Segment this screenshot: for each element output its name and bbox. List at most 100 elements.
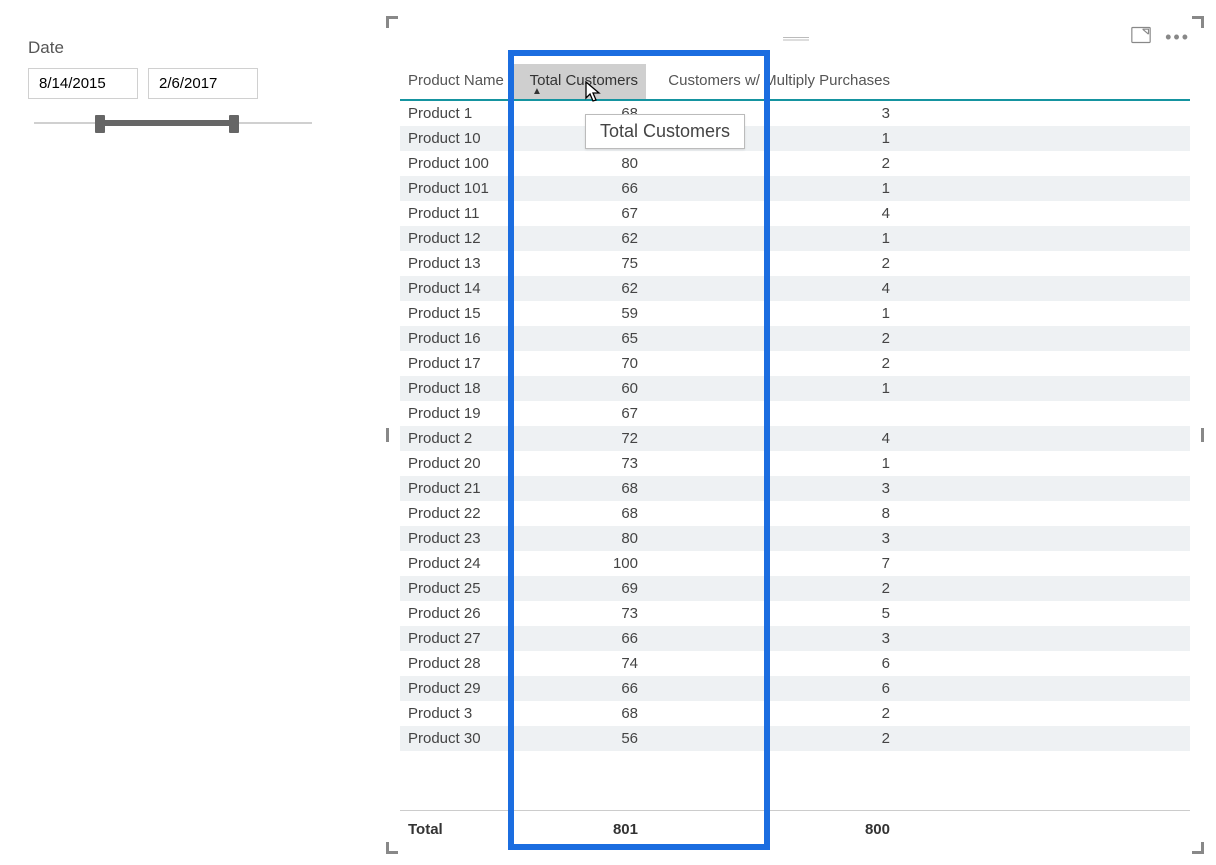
table-row[interactable]: Product 20731 bbox=[400, 451, 1190, 476]
table-body[interactable]: Product 1683Product 101Product 100802Pro… bbox=[400, 101, 1190, 810]
resize-handle-mr[interactable] bbox=[1201, 428, 1204, 442]
table-row[interactable]: Product 101 bbox=[400, 126, 1190, 151]
table-row[interactable]: Product 100802 bbox=[400, 151, 1190, 176]
cell-product-name: Product 1 bbox=[400, 101, 512, 126]
cell-product-name: Product 26 bbox=[400, 601, 512, 626]
table-row[interactable]: Product 22688 bbox=[400, 501, 1190, 526]
header-product-name[interactable]: Product Name bbox=[400, 64, 512, 99]
cell-product-name: Product 11 bbox=[400, 201, 512, 226]
cell-multi-customers: 7 bbox=[646, 551, 898, 576]
cell-product-name: Product 3 bbox=[400, 701, 512, 726]
table-row[interactable]: Product 14624 bbox=[400, 276, 1190, 301]
cell-product-name: Product 23 bbox=[400, 526, 512, 551]
cell-product-name: Product 29 bbox=[400, 676, 512, 701]
cell-product-name: Product 13 bbox=[400, 251, 512, 276]
cell-total-customers: 68 bbox=[512, 701, 646, 726]
resize-handle-bl[interactable] bbox=[386, 842, 398, 854]
total-label: Total bbox=[400, 817, 512, 842]
cell-multi-customers: 1 bbox=[646, 301, 898, 326]
table-total-row: Total 801 800 bbox=[400, 810, 1190, 842]
cell-multi-customers: 2 bbox=[646, 701, 898, 726]
table-row[interactable]: Product 23803 bbox=[400, 526, 1190, 551]
slicer-inputs bbox=[28, 68, 318, 99]
tooltip-text: Total Customers bbox=[600, 121, 730, 141]
table-row[interactable]: Product 15591 bbox=[400, 301, 1190, 326]
table-row[interactable]: Product 17702 bbox=[400, 351, 1190, 376]
focus-mode-icon[interactable] bbox=[1131, 26, 1151, 47]
cell-multi-customers: 6 bbox=[646, 676, 898, 701]
cell-total-customers: 66 bbox=[512, 676, 646, 701]
cell-multi-customers bbox=[646, 401, 898, 426]
cell-multi-customers: 2 bbox=[646, 251, 898, 276]
cell-total-customers: 67 bbox=[512, 401, 646, 426]
column-tooltip: Total Customers bbox=[585, 114, 745, 149]
resize-handle-ml[interactable] bbox=[386, 428, 389, 442]
date-end-input[interactable] bbox=[148, 68, 258, 99]
date-slicer: Date bbox=[28, 38, 318, 133]
cell-multi-customers: 3 bbox=[646, 626, 898, 651]
cell-total-customers: 62 bbox=[512, 226, 646, 251]
cell-total-customers: 60 bbox=[512, 376, 646, 401]
cell-multi-customers: 1 bbox=[646, 451, 898, 476]
resize-handle-br[interactable] bbox=[1192, 842, 1204, 854]
cell-total-customers: 65 bbox=[512, 326, 646, 351]
resize-handle-tr[interactable] bbox=[1192, 16, 1204, 28]
slider-thumb-end[interactable] bbox=[229, 115, 239, 133]
resize-handle-tl[interactable] bbox=[386, 16, 398, 28]
table-row[interactable]: Product 12621 bbox=[400, 226, 1190, 251]
cell-multi-customers: 3 bbox=[646, 526, 898, 551]
slider-thumb-start[interactable] bbox=[95, 115, 105, 133]
visual-actions: ••• bbox=[1131, 26, 1190, 47]
cell-multi-customers: 4 bbox=[646, 201, 898, 226]
table-row[interactable]: Product 13752 bbox=[400, 251, 1190, 276]
more-options-icon[interactable]: ••• bbox=[1165, 32, 1190, 42]
drag-grip-icon[interactable]: ═══ bbox=[783, 30, 807, 46]
cell-product-name: Product 27 bbox=[400, 626, 512, 651]
table-row[interactable]: Product 241007 bbox=[400, 551, 1190, 576]
cell-multi-customers: 1 bbox=[646, 176, 898, 201]
cell-total-customers: 73 bbox=[512, 451, 646, 476]
table-row[interactable]: Product 3682 bbox=[400, 701, 1190, 726]
cell-product-name: Product 12 bbox=[400, 226, 512, 251]
table-row[interactable]: Product 28746 bbox=[400, 651, 1190, 676]
cell-multi-customers: 4 bbox=[646, 426, 898, 451]
cell-product-name: Product 17 bbox=[400, 351, 512, 376]
header-customers-multi[interactable]: Customers w/ Multiply Purchases bbox=[646, 64, 898, 99]
table-header-row: Product Name Total Customers ▲ Customers… bbox=[400, 64, 1190, 101]
table-visual-container: ═══ ••• Product Name Total Customers ▲ C… bbox=[390, 20, 1200, 850]
table-row[interactable]: Product 29666 bbox=[400, 676, 1190, 701]
cell-total-customers: 73 bbox=[512, 601, 646, 626]
cell-product-name: Product 10 bbox=[400, 126, 512, 151]
cell-total-customers: 68 bbox=[512, 476, 646, 501]
table-row[interactable]: Product 11674 bbox=[400, 201, 1190, 226]
cell-total-customers: 74 bbox=[512, 651, 646, 676]
table-row[interactable]: Product 1967 bbox=[400, 401, 1190, 426]
date-slider[interactable] bbox=[34, 113, 312, 133]
date-start-input[interactable] bbox=[28, 68, 138, 99]
table-row[interactable]: Product 21683 bbox=[400, 476, 1190, 501]
cell-total-customers: 80 bbox=[512, 526, 646, 551]
cell-product-name: Product 100 bbox=[400, 151, 512, 176]
cell-product-name: Product 18 bbox=[400, 376, 512, 401]
cell-total-customers: 69 bbox=[512, 576, 646, 601]
cell-product-name: Product 15 bbox=[400, 301, 512, 326]
table-row[interactable]: Product 18601 bbox=[400, 376, 1190, 401]
table-row[interactable]: Product 26735 bbox=[400, 601, 1190, 626]
header-total-customers[interactable]: Total Customers ▲ bbox=[512, 64, 646, 99]
table-row[interactable]: Product 30562 bbox=[400, 726, 1190, 751]
cell-total-customers: 75 bbox=[512, 251, 646, 276]
cell-product-name: Product 101 bbox=[400, 176, 512, 201]
cell-total-customers: 66 bbox=[512, 626, 646, 651]
table-row[interactable]: Product 27663 bbox=[400, 626, 1190, 651]
cell-total-customers: 68 bbox=[512, 501, 646, 526]
table-row[interactable]: Product 2724 bbox=[400, 426, 1190, 451]
table-row[interactable]: Product 16652 bbox=[400, 326, 1190, 351]
table-row[interactable]: Product 25692 bbox=[400, 576, 1190, 601]
table-row[interactable]: Product 101661 bbox=[400, 176, 1190, 201]
sort-asc-icon: ▲ bbox=[532, 86, 542, 97]
cell-product-name: Product 14 bbox=[400, 276, 512, 301]
cell-multi-customers: 1 bbox=[646, 226, 898, 251]
cell-total-customers: 100 bbox=[512, 551, 646, 576]
cell-total-customers: 70 bbox=[512, 351, 646, 376]
table-row[interactable]: Product 1683 bbox=[400, 101, 1190, 126]
